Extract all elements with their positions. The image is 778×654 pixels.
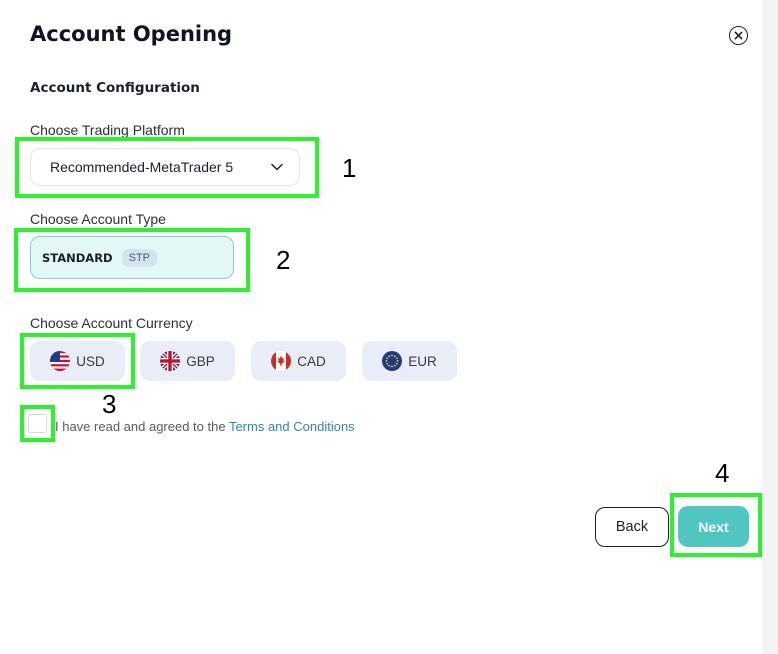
currency-label: Choose Account Currency <box>30 315 193 331</box>
close-icon <box>734 31 743 40</box>
annotation-number-3: 3 <box>102 389 117 419</box>
account-type-option-standard[interactable]: STANDARD STP <box>30 236 234 279</box>
close-button[interactable] <box>729 26 748 45</box>
account-type-badge: STP <box>121 248 158 267</box>
account-type-name: STANDARD <box>42 250 113 265</box>
chevron-down-icon <box>271 163 283 171</box>
eu-flag-icon <box>382 351 403 371</box>
next-button[interactable]: Next <box>678 506 749 547</box>
currency-option-cad[interactable]: CAD <box>251 341 346 381</box>
terms-checkbox[interactable] <box>28 414 47 433</box>
platform-select[interactable]: Recommended-MetaTrader 5 <box>30 148 300 186</box>
annotation-number-1: 1 <box>342 153 357 183</box>
currency-eur-label: EUR <box>408 353 437 369</box>
back-button[interactable]: Back <box>595 507 669 547</box>
terms-text: I have read and agreed to the Terms and … <box>55 419 355 434</box>
uk-flag-icon <box>160 351 181 371</box>
currency-usd-label: USD <box>76 353 105 369</box>
currency-cad-label: CAD <box>297 353 326 369</box>
section-title: Account Configuration <box>30 80 200 96</box>
annotation-number-2: 2 <box>276 245 291 275</box>
annotation-number-4: 4 <box>715 458 730 488</box>
currency-option-usd[interactable]: USD <box>30 341 125 381</box>
us-flag-icon <box>50 351 71 371</box>
terms-link[interactable]: Terms and Conditions <box>229 419 355 434</box>
platform-selected-value: Recommended-MetaTrader 5 <box>50 159 234 175</box>
right-edge-panel <box>762 0 778 654</box>
terms-prefix: I have read and agreed to the <box>55 419 229 434</box>
currency-option-gbp[interactable]: GBP <box>140 341 235 381</box>
currency-gbp-label: GBP <box>186 353 215 369</box>
page-title: Account Opening <box>30 22 233 46</box>
account-type-label: Choose Account Type <box>30 211 166 227</box>
platform-label: Choose Trading Platform <box>30 122 185 138</box>
canada-flag-icon <box>271 351 292 371</box>
currency-option-eur[interactable]: EUR <box>362 341 457 381</box>
